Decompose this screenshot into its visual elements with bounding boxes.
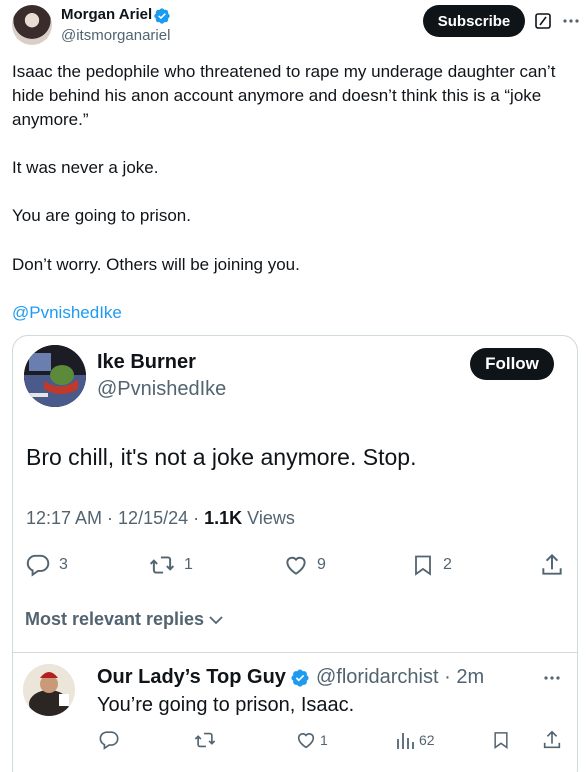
- replies-sort-label: Most relevant replies: [25, 609, 205, 629]
- bookmark-count: 2: [443, 556, 452, 573]
- author-handle[interactable]: @itsmorganariel: [61, 27, 170, 44]
- author-name[interactable]: Morgan Ariel: [61, 6, 152, 23]
- heart-icon: [297, 733, 315, 749]
- author-avatar[interactable]: [12, 5, 52, 45]
- repost-icon: [194, 732, 216, 748]
- reply-action[interactable]: 3: [25, 552, 68, 578]
- quoted-author-handle[interactable]: @PvnishedIke: [97, 378, 226, 401]
- reply-author-name[interactable]: Our Lady’s Top Guy: [97, 666, 286, 689]
- verified-badge-icon: [154, 8, 170, 24]
- repost-icon: [149, 556, 175, 574]
- tweet-paragraph: You are going to prison.: [12, 206, 191, 225]
- grok-icon[interactable]: [535, 13, 551, 29]
- reply-author-handle[interactable]: @floridarchist · 2m: [316, 666, 484, 689]
- repost-action[interactable]: [193, 729, 225, 751]
- reply-icon: [99, 731, 119, 750]
- mention-link[interactable]: @PvnishedIke: [12, 301, 578, 325]
- tweet-paragraph: Don’t worry. Others will be joining you.: [12, 255, 300, 274]
- chevron-down-icon: [209, 615, 223, 624]
- reply-count: 3: [59, 556, 68, 573]
- replies-sort-dropdown[interactable]: Most relevant replies: [25, 609, 223, 630]
- quoted-author-name[interactable]: Ike Burner: [97, 351, 196, 374]
- reply-icon: [26, 554, 50, 577]
- tweet-paragraph: Isaac the pedophile who threatened to ra…: [12, 62, 556, 129]
- repost-action[interactable]: 1: [148, 552, 193, 578]
- bookmark-action[interactable]: 2: [411, 552, 452, 578]
- bookmark-icon: [415, 555, 431, 576]
- bookmark-action[interactable]: [491, 729, 511, 751]
- tweet-paragraph: It was never a joke.: [12, 158, 159, 177]
- analytics-icon: [397, 733, 414, 749]
- view-count: 62: [419, 732, 435, 748]
- like-count: 1: [320, 732, 328, 748]
- heart-icon: [286, 556, 306, 575]
- like-action[interactable]: 1: [295, 729, 328, 751]
- views-label: Views: [242, 508, 295, 528]
- bookmark-icon: [494, 732, 508, 749]
- like-count: 9: [317, 556, 326, 573]
- more-options-icon[interactable]: [562, 18, 580, 24]
- timestamp[interactable]: 12:17 AM · 12/15/24 ·: [26, 508, 204, 528]
- subscribe-button[interactable]: Subscribe: [423, 5, 525, 37]
- quoted-tweet-text: Bro chill, it's not a joke anymore. Stop…: [26, 444, 417, 470]
- like-action[interactable]: 9: [283, 552, 326, 578]
- share-icon: [543, 730, 561, 749]
- share-action[interactable]: [541, 729, 563, 751]
- more-options-icon[interactable]: [543, 675, 561, 681]
- verified-badge-icon: [291, 669, 309, 687]
- divider: [12, 652, 578, 653]
- reply-text: You’re going to prison, Isaac.: [97, 694, 355, 716]
- view-count: 1.1K: [204, 508, 243, 528]
- quoted-tweet-meta: 12:17 AM · 12/15/24 · 1.1K Views: [26, 508, 295, 529]
- reply-author-avatar[interactable]: [23, 664, 75, 716]
- share-action[interactable]: [539, 552, 565, 578]
- repost-count: 1: [184, 556, 193, 573]
- follow-button[interactable]: Follow: [470, 348, 554, 380]
- reply-action[interactable]: [98, 729, 120, 751]
- share-icon: [542, 553, 562, 575]
- views-action[interactable]: 62: [395, 729, 435, 751]
- quoted-author-avatar[interactable]: [24, 345, 86, 407]
